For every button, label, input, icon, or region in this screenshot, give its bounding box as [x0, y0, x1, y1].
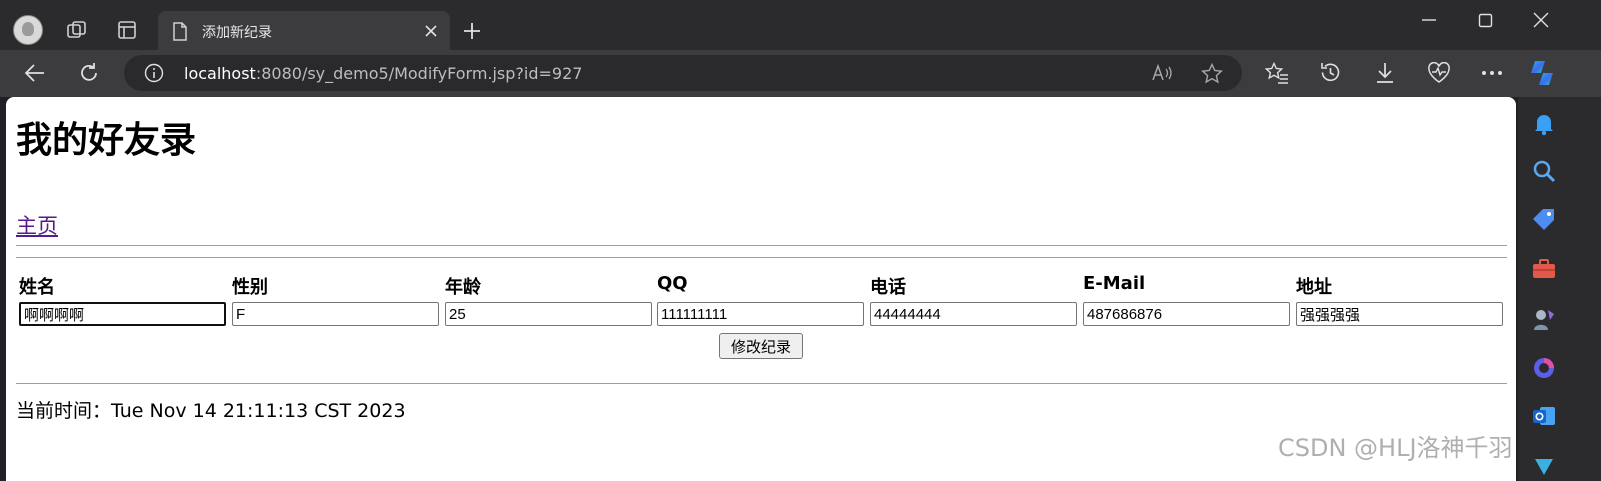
history-icon[interactable] — [1319, 61, 1342, 84]
current-time-text: 当前时间：Tue Nov 14 21:11:13 CST 2023 — [16, 400, 406, 422]
navigation-bar: localhost:8080/sy_demo5/ModifyForm.jsp?i… — [0, 50, 1601, 97]
notification-bell-icon[interactable] — [1533, 112, 1555, 136]
age-input[interactable] — [445, 302, 652, 326]
read-aloud-icon[interactable] — [1152, 64, 1174, 82]
tab-actions-icon[interactable] — [117, 20, 137, 40]
column-header-age: 年龄 — [445, 277, 481, 298]
name-input[interactable] — [19, 302, 226, 326]
qq-input[interactable] — [657, 302, 864, 326]
health-icon[interactable] — [1427, 62, 1451, 84]
page-icon — [173, 22, 187, 41]
divider-bottom — [16, 383, 1507, 384]
tab-bar: 添加新纪录 — [0, 0, 1601, 50]
download-icon[interactable] — [1374, 61, 1396, 84]
favorites-icon[interactable] — [1265, 62, 1289, 84]
phone-input[interactable] — [870, 302, 1077, 326]
email-input[interactable] — [1083, 302, 1290, 326]
microsoft365-icon[interactable] — [1532, 356, 1556, 380]
url-text: localhost:8080/sy_demo5/ModifyForm.jsp?i… — [184, 64, 582, 83]
url-path: :8080/sy_demo5/ModifyForm.jsp?id=927 — [255, 64, 583, 83]
page-heading: 我的好友录 — [16, 120, 197, 161]
gender-input[interactable] — [232, 302, 439, 326]
modify-record-button[interactable]: 修改纪录 — [719, 333, 803, 359]
profile-avatar[interactable] — [13, 15, 43, 45]
copilot-icon[interactable] — [1527, 59, 1557, 87]
maximize-icon[interactable] — [1478, 13, 1493, 28]
close-icon[interactable] — [424, 24, 438, 38]
home-link[interactable]: 主页 — [16, 210, 58, 240]
divider-top-1 — [16, 245, 1507, 246]
column-header-phone: 电话 — [870, 277, 906, 298]
new-tab-icon[interactable] — [462, 21, 482, 41]
sidebar-extra-icon[interactable] — [1533, 457, 1555, 477]
more-icon[interactable] — [1481, 70, 1503, 76]
shopping-tag-icon[interactable] — [1531, 207, 1557, 231]
tab-title: 添加新纪录 — [202, 25, 272, 41]
search-icon[interactable] — [1532, 159, 1556, 183]
column-header-address: 地址 — [1296, 277, 1332, 298]
refresh-icon[interactable] — [78, 62, 100, 84]
favorite-icon[interactable] — [1201, 63, 1223, 84]
column-header-name: 姓名 — [19, 277, 55, 298]
divider-top-2 — [16, 257, 1507, 258]
column-header-gender: 性别 — [232, 277, 268, 298]
window-close-icon[interactable] — [1533, 12, 1549, 28]
workspaces-icon[interactable] — [66, 20, 88, 40]
tools-briefcase-icon[interactable] — [1531, 258, 1557, 280]
column-header-qq: QQ — [657, 273, 688, 294]
info-icon[interactable] — [144, 63, 164, 83]
minimize-icon[interactable] — [1420, 18, 1438, 22]
games-icon[interactable] — [1532, 306, 1556, 332]
address-bar[interactable]: localhost:8080/sy_demo5/ModifyForm.jsp?i… — [124, 55, 1242, 91]
url-host: localhost — [184, 64, 256, 83]
edge-sidebar — [1518, 97, 1601, 481]
outlook-icon[interactable] — [1531, 404, 1557, 428]
column-header-email: E-Mail — [1083, 273, 1146, 294]
back-icon[interactable] — [24, 62, 46, 84]
active-tab[interactable]: 添加新纪录 — [158, 11, 450, 50]
page-viewport: 我的好友录 主页 姓名 性别 年龄 QQ 电话 E-Mail 地址 修改纪录 当… — [6, 97, 1516, 481]
watermark-text: CSDN @HLJ洛神千羽 — [1278, 434, 1513, 462]
address-input[interactable] — [1296, 302, 1503, 326]
